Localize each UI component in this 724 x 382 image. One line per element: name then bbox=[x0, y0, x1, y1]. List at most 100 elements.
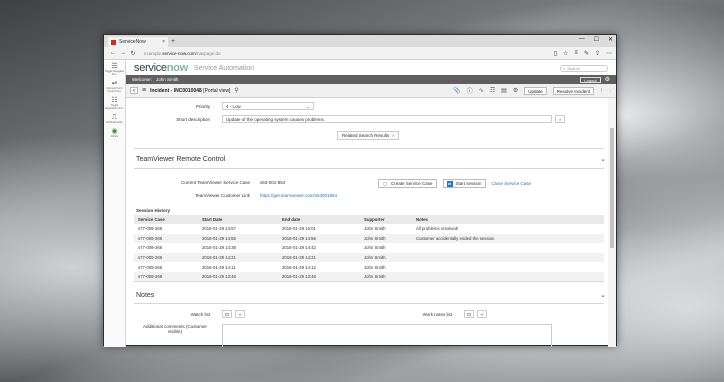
add-user-icon[interactable]: ⊹ bbox=[235, 310, 245, 318]
column-header[interactable]: Service Case bbox=[134, 215, 198, 224]
user-name[interactable]: John Smith bbox=[156, 77, 179, 82]
lock-icon[interactable]: ⊡ bbox=[464, 310, 474, 318]
document-icon: ▢ bbox=[383, 180, 387, 186]
forward-arrow-icon[interactable]: → bbox=[118, 50, 128, 56]
url-path: /navpage.do bbox=[195, 50, 221, 56]
search-placeholder: Search bbox=[567, 65, 580, 71]
divider bbox=[134, 148, 604, 149]
nav-label: Toggle Navigator ⌘+/- bbox=[104, 70, 125, 76]
lightbulb-icon[interactable]: ♁ bbox=[555, 115, 565, 123]
activity-icon[interactable]: ∿ bbox=[479, 87, 484, 94]
resolve-incident-button[interactable]: Resolve Incident bbox=[552, 86, 594, 95]
priority-select[interactable]: 4 - Low ⌄ bbox=[222, 102, 314, 110]
nav-call-form-control[interactable]: ⇌ Call and Form Control ⌘+/- bbox=[105, 80, 125, 93]
form-back-button[interactable]: < bbox=[130, 87, 138, 94]
tab-close-icon[interactable]: × bbox=[162, 39, 165, 45]
gear-icon[interactable]: ⚙ bbox=[605, 76, 610, 83]
new-tab-button[interactable]: + bbox=[168, 37, 178, 47]
search-input[interactable]: ⌕ Search bbox=[560, 64, 608, 72]
table-row[interactable]: s77-009-266 2016-01-29 14:57 2016-01-29 … bbox=[134, 224, 604, 234]
hub-icon[interactable]: ≡ bbox=[574, 50, 578, 57]
favorite-star-icon[interactable]: ☆ bbox=[563, 50, 568, 57]
page-title: Incident - INC0010048 [Portal view] bbox=[150, 87, 231, 94]
servicenow-logo: servicenow bbox=[134, 62, 188, 74]
table-row[interactable]: s77-009-266 2016-01-29 14:55 2016-01-29 … bbox=[134, 233, 604, 244]
search-icon: ⌕ bbox=[563, 65, 566, 71]
additional-comments-textarea[interactable] bbox=[222, 324, 552, 347]
personalize-icon[interactable]: ⚲ bbox=[234, 87, 238, 94]
page-scrollbar[interactable] bbox=[608, 98, 616, 347]
customer-link[interactable]: https://get.teamviewer.com/s63001854 bbox=[260, 193, 337, 198]
context-menu-icon[interactable]: ≡ bbox=[142, 87, 146, 94]
chevron-down-icon: ⌄ bbox=[306, 103, 310, 109]
refresh-icon[interactable]: ↻ bbox=[128, 50, 138, 57]
related-search-button[interactable]: Related Search Results › bbox=[337, 131, 399, 140]
share-icon[interactable]: ⇪ bbox=[595, 50, 600, 57]
banner: servicenow Service Automation ⌕ Search bbox=[126, 61, 616, 75]
next-record-icon[interactable]: ↓ bbox=[609, 88, 612, 94]
lock-icon[interactable]: ⊡ bbox=[222, 310, 232, 318]
related-search-label: Related Search Results bbox=[342, 133, 390, 138]
table-row[interactable]: s77-009-266 2016-01-29 14:21 2016-01-29 … bbox=[134, 252, 604, 263]
main-area: servicenow Service Automation ⌕ Search W… bbox=[126, 61, 616, 347]
add-user-icon[interactable]: ⊹ bbox=[477, 310, 487, 318]
maximize-icon[interactable]: ☐ bbox=[594, 36, 599, 43]
attachment-icon[interactable]: 📎 bbox=[453, 87, 460, 94]
notes-pen-icon[interactable]: ✎ bbox=[584, 50, 589, 57]
nav-toggle-navigator[interactable]: ☰ Toggle Navigator ⌘+/- bbox=[105, 63, 125, 76]
scrollbar-thumb[interactable] bbox=[610, 128, 614, 248]
info-icon[interactable]: ⓘ bbox=[467, 86, 473, 95]
table-cell bbox=[412, 252, 604, 263]
table-cell: s77-009-266 bbox=[134, 252, 198, 263]
reading-view-icon[interactable]: ▯ bbox=[554, 50, 557, 57]
minimize-icon[interactable]: — bbox=[579, 36, 585, 43]
table-cell bbox=[412, 262, 604, 272]
close-service-case-link[interactable]: Close Service Case bbox=[492, 181, 532, 186]
address-bar: ← → ↻ example. service-now.com /navpage.… bbox=[104, 47, 616, 60]
previous-record-icon[interactable]: ↑ bbox=[600, 88, 603, 94]
collapse-chevron-icon[interactable]: ⌄ bbox=[600, 155, 606, 163]
current-case-label: Current TeamViewer Service Case bbox=[181, 180, 250, 185]
table-row[interactable]: s77-009-266 2016-01-29 14:11 2016-01-29 … bbox=[134, 262, 604, 272]
short-description-input[interactable]: Update of the operating system causes pr… bbox=[222, 115, 552, 123]
nav-online[interactable]: ◉ Online bbox=[105, 128, 125, 138]
table-cell: 2016-01-29 15:01 bbox=[282, 226, 316, 232]
table-row[interactable]: s77-009-266 2016-01-29 14:39 2016-01-29 … bbox=[134, 243, 604, 253]
close-window-icon[interactable]: ✕ bbox=[608, 36, 613, 43]
column-header[interactable]: Notes bbox=[412, 215, 604, 224]
column-header[interactable]: End date bbox=[278, 215, 360, 224]
browser-tab[interactable]: ServiceNow × bbox=[108, 37, 168, 47]
nav-label: Toggle Application ⌘+/- bbox=[104, 104, 125, 110]
welcome-label: Welcome: bbox=[132, 77, 152, 82]
start-session-button[interactable]: ⇄ Start session bbox=[442, 179, 486, 188]
more-icon[interactable]: ⋯ bbox=[606, 50, 612, 57]
column-header[interactable]: Start Date bbox=[198, 215, 278, 224]
short-description-row: Short description Update of the operatin… bbox=[126, 115, 565, 123]
nav-toggle-application[interactable]: ☷ Toggle Application ⌘+/- bbox=[105, 97, 125, 110]
session-history-table: Service Case Start Date End date Support… bbox=[134, 215, 604, 282]
more-options-icon[interactable]: ▤ bbox=[501, 87, 507, 94]
table-cell: s77-009-266 bbox=[138, 245, 163, 251]
table-cell bbox=[412, 243, 604, 253]
create-service-case-button[interactable]: ▢ Create Service Case bbox=[378, 179, 437, 188]
nav-label: IE Bookmarks bbox=[106, 121, 123, 124]
tab-title: ServiceNow bbox=[119, 39, 146, 45]
feed-icon[interactable]: ☶ bbox=[490, 87, 495, 94]
settings-icon[interactable]: ⚙ bbox=[513, 87, 518, 94]
logout-button[interactable]: Logout bbox=[580, 76, 601, 83]
table-cell: s77-009-266 bbox=[138, 264, 163, 270]
update-button[interactable]: Update bbox=[524, 86, 547, 95]
collapse-chevron-icon[interactable]: ⌄ bbox=[600, 291, 606, 299]
work-notes-list-label: Work notes list bbox=[422, 311, 452, 317]
teamviewer-header: TeamViewer Remote Control ⌄ bbox=[136, 155, 606, 164]
call-form-icon: ⇌ bbox=[111, 80, 118, 87]
url-field[interactable]: example. service-now.com /navpage.do bbox=[144, 49, 474, 58]
priority-row: Priority 4 - Low ⌄ bbox=[126, 102, 314, 110]
nav-label: Online bbox=[110, 135, 119, 138]
create-case-label: Create Service Case bbox=[391, 181, 433, 186]
table-cell: 2016-01-29 14:42 bbox=[282, 245, 316, 251]
nav-bookmarks[interactable]: ⎍ IE Bookmarks bbox=[105, 114, 125, 124]
table-cell: Customer accidentally ended the session bbox=[412, 233, 604, 244]
column-header[interactable]: Supporter bbox=[360, 215, 412, 224]
back-arrow-icon[interactable]: ← bbox=[108, 50, 118, 56]
